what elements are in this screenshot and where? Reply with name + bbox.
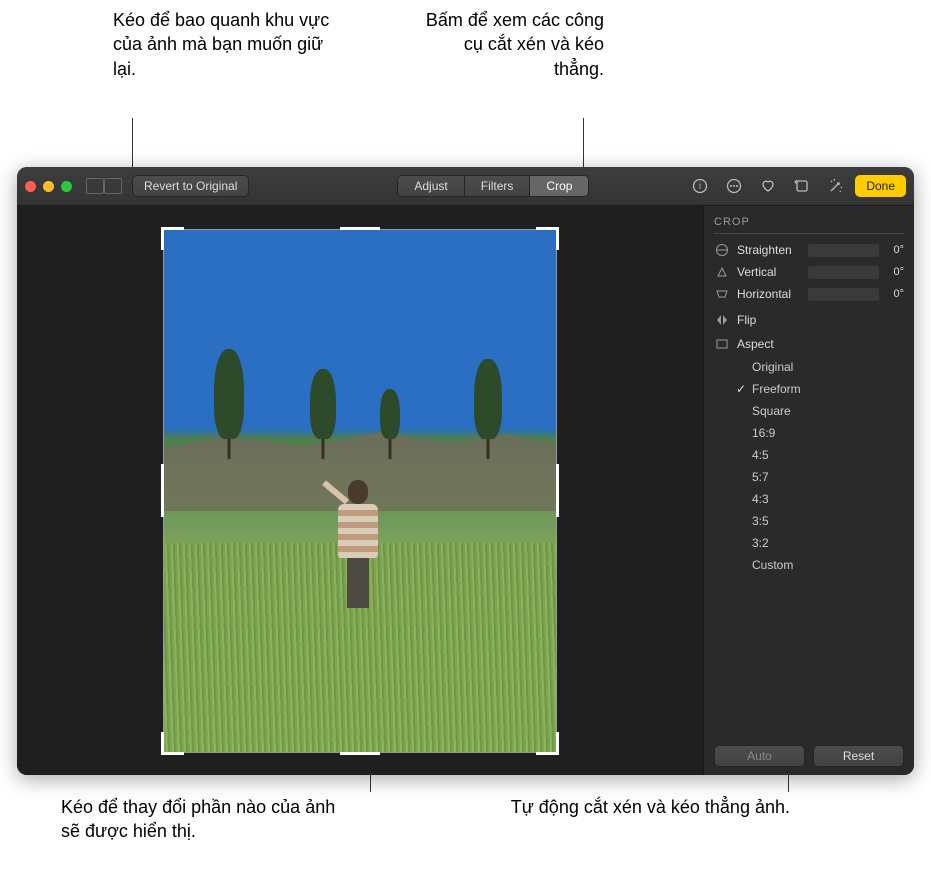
crop-edge-bottom[interactable] [340, 752, 379, 755]
aspect-option-4-5[interactable]: 4:5 [736, 444, 904, 466]
aspect-option-label: Freeform [752, 382, 801, 396]
aspect-option-label: 16:9 [752, 426, 775, 440]
aspect-option-4-3[interactable]: 4:3 [736, 488, 904, 510]
aspect-option-label: 3:5 [752, 514, 769, 528]
edit-mode-tabs: Adjust Filters Crop [398, 175, 589, 197]
aspect-option-square[interactable]: Square [736, 400, 904, 422]
callout-crop-area: Kéo để bao quanh khu vực của ảnh mà bạn … [113, 8, 343, 81]
photo-preview[interactable] [164, 230, 556, 752]
aspect-option-custom[interactable]: Custom [736, 554, 904, 576]
aspect-option-freeform[interactable]: ✓ Freeform [736, 378, 904, 400]
maximize-button[interactable] [61, 181, 72, 192]
vertical-slider[interactable] [808, 266, 879, 279]
svg-text:i: i [699, 181, 701, 191]
aspect-option-label: 4:5 [752, 448, 769, 462]
favorite-icon[interactable] [756, 174, 780, 198]
tab-adjust[interactable]: Adjust [397, 175, 464, 197]
editor-body: CROP Straighten 0° Vertical 0° Horizonta… [17, 206, 914, 775]
rotate-icon[interactable] [790, 174, 814, 198]
horizontal-slider[interactable] [808, 288, 879, 301]
done-button[interactable]: Done [855, 175, 906, 197]
auto-button[interactable]: Auto [714, 745, 805, 767]
more-icon[interactable] [722, 174, 746, 198]
crop-edge-right[interactable] [556, 464, 559, 516]
aspect-option-label: Custom [752, 558, 793, 572]
crop-inspector: CROP Straighten 0° Vertical 0° Horizonta… [703, 206, 914, 775]
aspect-option-label: 5:7 [752, 470, 769, 484]
crop-handle-top-left[interactable] [161, 227, 184, 250]
flip-icon [714, 312, 730, 328]
vertical-row[interactable]: Vertical 0° [714, 264, 904, 280]
straighten-value: 0° [886, 244, 904, 256]
photo-subject [336, 480, 380, 660]
reset-button[interactable]: Reset [813, 745, 904, 767]
flip-button[interactable]: Flip [714, 308, 904, 332]
straighten-slider[interactable] [808, 244, 879, 257]
crop-handle-top-right[interactable] [536, 227, 559, 250]
callout-crop-tools: Bấm để xem các công cụ cắt xén và kéo th… [424, 8, 604, 81]
aspect-option-3-2[interactable]: 3:2 [736, 532, 904, 554]
crop-frame[interactable] [164, 230, 556, 752]
vertical-value: 0° [886, 266, 904, 278]
horizontal-row[interactable]: Horizontal 0° [714, 286, 904, 302]
toolbar: Revert to Original Adjust Filters Crop i… [17, 167, 914, 206]
straighten-label: Straighten [737, 243, 801, 257]
straighten-row[interactable]: Straighten 0° [714, 242, 904, 258]
crop-handle-bottom-right[interactable] [536, 732, 559, 755]
tab-filters[interactable]: Filters [464, 175, 531, 197]
show-thumbnails-icon[interactable] [104, 178, 122, 194]
callout-move-photo: Kéo để thay đổi phần nào của ảnh sẽ được… [61, 795, 351, 844]
show-sidebar-icon[interactable] [86, 178, 104, 194]
crop-edge-top[interactable] [340, 227, 379, 230]
crop-handle-bottom-left[interactable] [161, 732, 184, 755]
straighten-icon [714, 242, 730, 258]
flip-label: Flip [737, 313, 756, 327]
check-icon: ✓ [736, 382, 746, 396]
sidebar-toggle-group [86, 178, 122, 194]
aspect-icon [714, 336, 730, 352]
aspect-list: Original ✓ Freeform Square 16:9 4:5 5:7 4:3 3:5 3… [736, 356, 904, 576]
horizontal-icon [714, 286, 730, 302]
aspect-option-label: 4:3 [752, 492, 769, 506]
window-controls [25, 181, 72, 192]
photos-editor-window: Revert to Original Adjust Filters Crop i… [17, 167, 914, 775]
aspect-option-label: 3:2 [752, 536, 769, 550]
minimize-button[interactable] [43, 181, 54, 192]
aspect-option-original[interactable]: Original [736, 356, 904, 378]
vertical-icon [714, 264, 730, 280]
aspect-header[interactable]: Aspect [714, 332, 904, 356]
inspector-title: CROP [714, 216, 904, 234]
horizontal-label: Horizontal [737, 287, 801, 301]
aspect-option-label: Square [752, 404, 791, 418]
aspect-option-3-5[interactable]: 3:5 [736, 510, 904, 532]
canvas[interactable] [17, 206, 703, 775]
vertical-label: Vertical [737, 265, 801, 279]
aspect-option-16-9[interactable]: 16:9 [736, 422, 904, 444]
inspector-footer: Auto Reset [714, 737, 904, 767]
callout-auto: Tự động cắt xén và kéo thẳng ảnh. [480, 795, 790, 819]
close-button[interactable] [25, 181, 36, 192]
info-icon[interactable]: i [688, 174, 712, 198]
horizontal-value: 0° [886, 288, 904, 300]
aspect-option-label: Original [752, 360, 793, 374]
tab-crop[interactable]: Crop [529, 175, 589, 197]
crop-edge-left[interactable] [161, 464, 164, 516]
revert-button[interactable]: Revert to Original [132, 175, 249, 197]
aspect-label: Aspect [737, 337, 774, 351]
enhance-icon[interactable] [824, 174, 848, 198]
aspect-option-5-7[interactable]: 5:7 [736, 466, 904, 488]
